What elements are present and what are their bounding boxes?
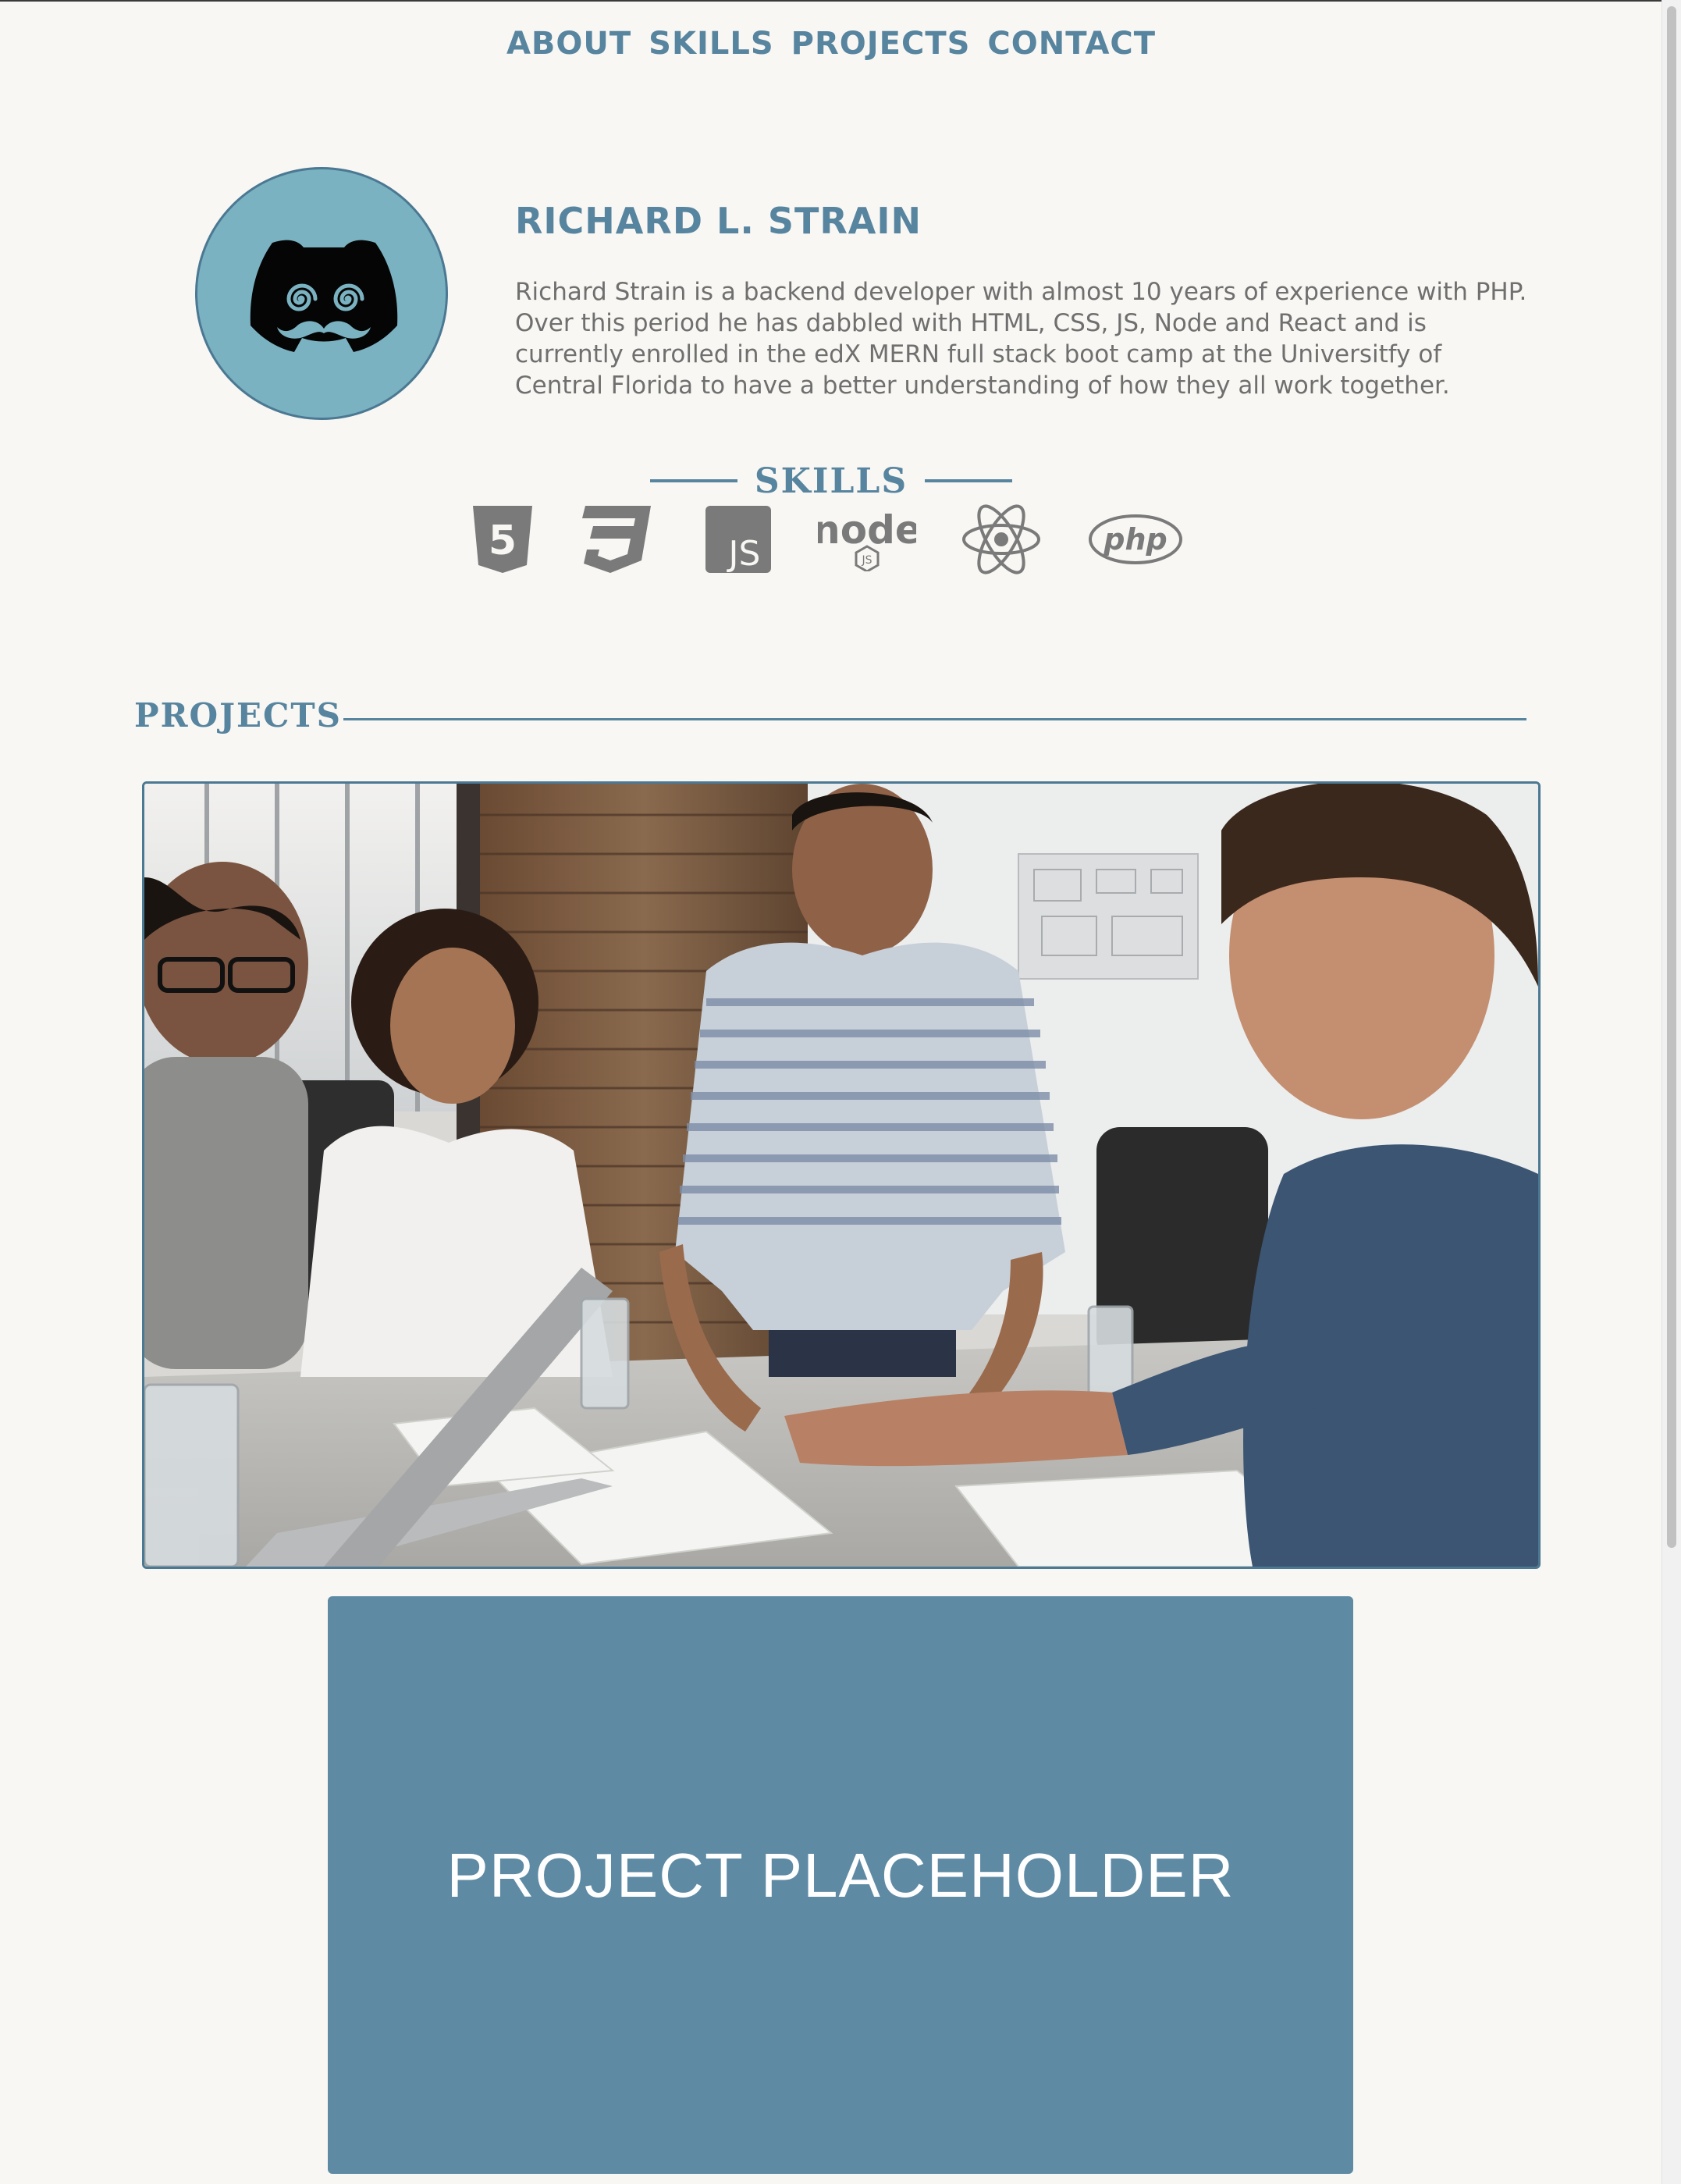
javascript-icon: JS — [705, 506, 771, 573]
scrollbar-thumb[interactable] — [1667, 6, 1676, 1548]
nodejs-icon-sublabel: JS — [861, 554, 872, 567]
developer-name: RICHARD L. STRAIN — [515, 200, 922, 242]
html5-icon-label: 5 — [489, 518, 517, 564]
window-top-border — [0, 0, 1681, 2]
php-icon-label: php — [1103, 522, 1167, 557]
developer-bio: Richard Strain is a backend developer wi… — [515, 278, 1527, 400]
avatar — [195, 167, 448, 420]
html5-icon: 5 — [473, 506, 532, 573]
css3-icon — [582, 506, 651, 573]
project-card-photo[interactable] — [142, 781, 1541, 1569]
discord-mustache-icon — [250, 240, 398, 352]
project-placeholder-label: PROJECT PLACEHOLDER — [446, 1841, 1235, 1910]
projects-heading-line — [343, 718, 1526, 720]
skills-heading-line-left — [649, 479, 737, 482]
project-card-placeholder[interactable]: PROJECT PLACEHOLDER — [328, 1596, 1353, 2174]
php-icon: php — [1089, 514, 1182, 564]
nodejs-icon: node JS — [818, 509, 916, 571]
nav-projects-link[interactable]: PROJECTS — [791, 20, 971, 67]
nav-skills-link[interactable]: SKILLS — [649, 20, 773, 67]
projects-title: PROJECTS — [134, 696, 342, 735]
nav-about-link[interactable]: ABOUT — [506, 20, 631, 67]
vertical-scrollbar[interactable] — [1661, 0, 1681, 2184]
nav-contact-link[interactable]: CONTACT — [987, 20, 1156, 67]
main-nav: ABOUT SKILLS PROJECTS CONTACT — [0, 20, 1662, 67]
javascript-icon-label: JS — [727, 534, 761, 573]
react-icon — [962, 504, 1040, 574]
skills-title: SKILLS — [754, 461, 908, 501]
skills-heading-line-right — [925, 479, 1013, 482]
skills-heading: SKILLS — [0, 459, 1662, 503]
team-meeting-photo — [144, 784, 1538, 1567]
